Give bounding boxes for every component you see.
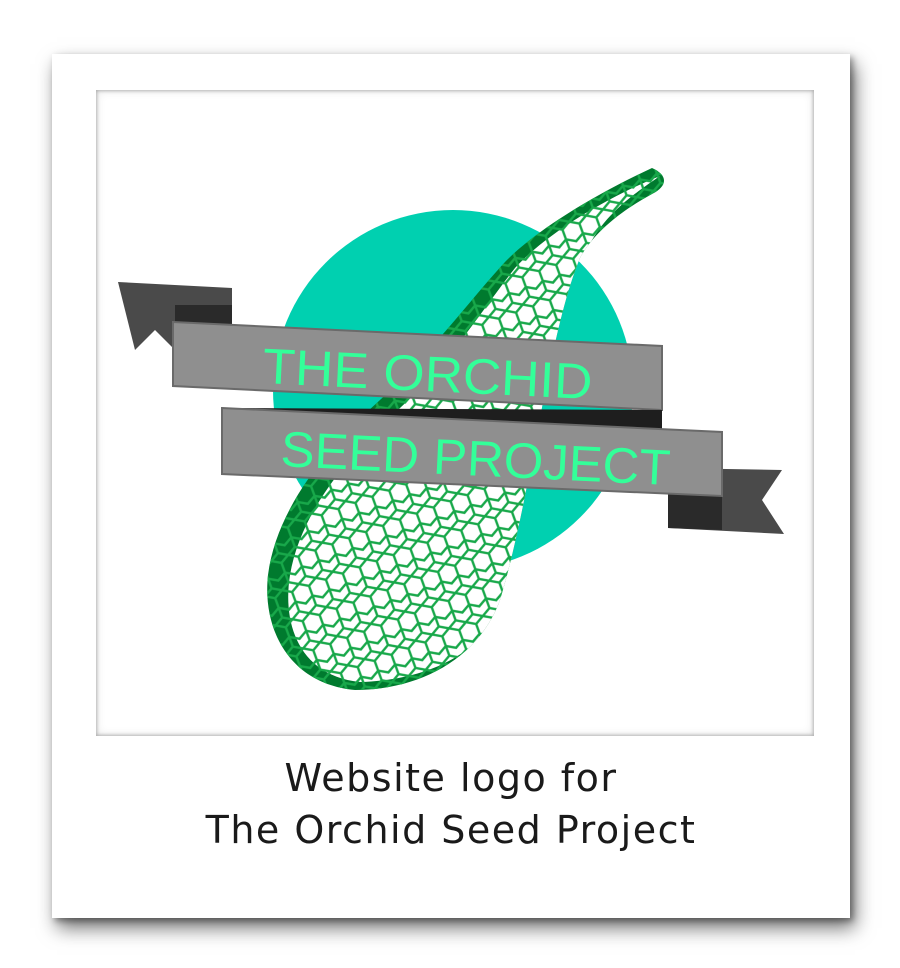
caption-line-2: The Orchid Seed Project: [205, 808, 697, 852]
caption-line-1: Website logo for: [284, 756, 618, 800]
logo-photo: THE ORCHID SEED PROJECT: [96, 90, 814, 736]
orchid-seed-logo: THE ORCHID SEED PROJECT: [118, 168, 784, 690]
caption: Website logo for The Orchid Seed Project: [52, 752, 850, 856]
